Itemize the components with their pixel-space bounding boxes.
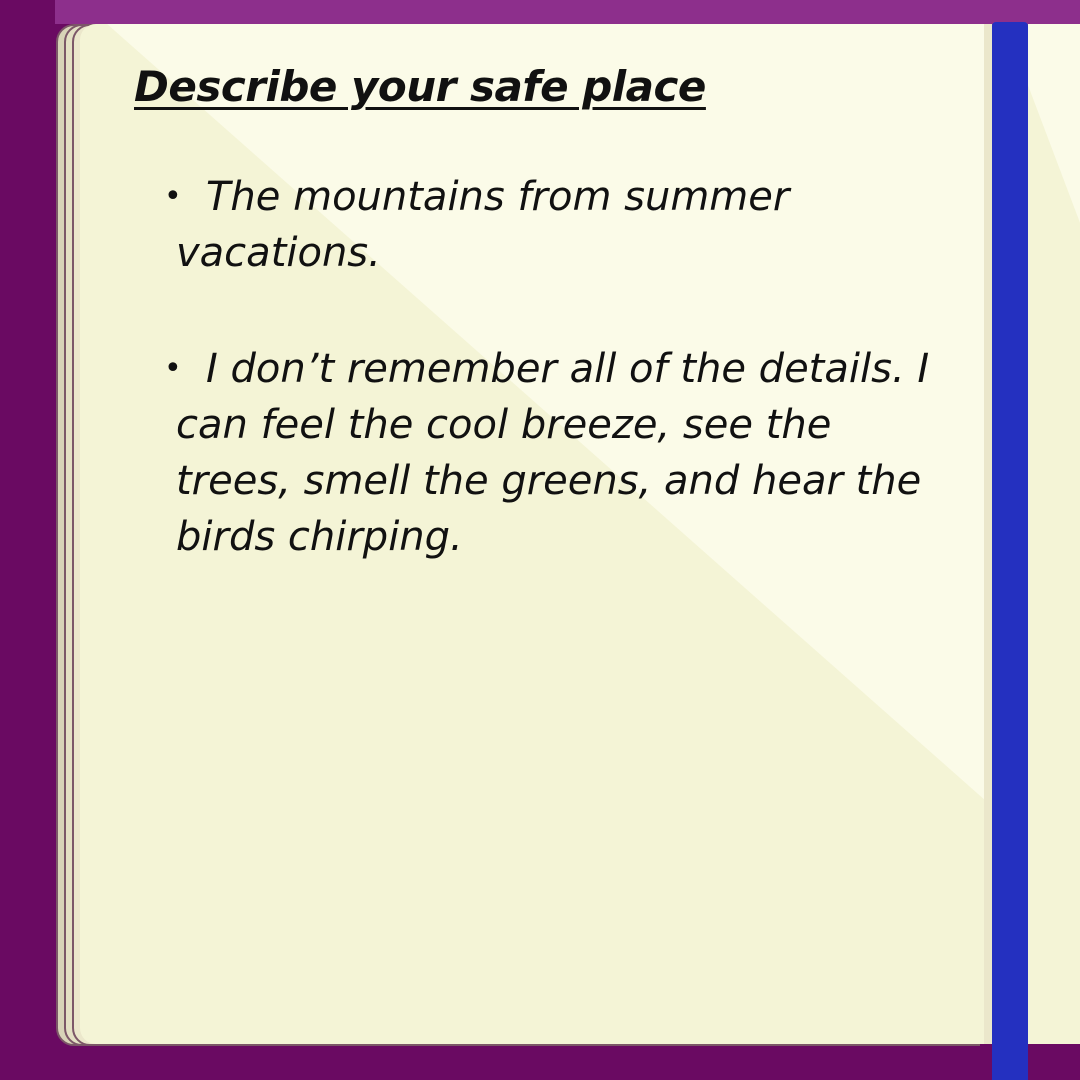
notebook-cover: [55, 0, 1080, 24]
notebook-scene: Describe your safe place • The mountains…: [0, 0, 1080, 1080]
right-page: [1026, 24, 1080, 1044]
bullet-icon: •: [164, 179, 182, 214]
journal-content: Describe your safe place • The mountains…: [134, 62, 954, 625]
journal-entry: • The mountains from summer vacations.: [164, 169, 954, 281]
journal-entry-text: I don’t remember all of the details. I c…: [176, 346, 930, 560]
journal-entry-text: The mountains from summer vacations.: [176, 174, 790, 276]
bookmark-ribbon: [992, 22, 1028, 1080]
journal-heading: Describe your safe place: [134, 62, 706, 111]
journal-entry: • I don’t remember all of the details. I…: [164, 341, 954, 565]
journal-entry-list: • The mountains from summer vacations. •…: [134, 169, 954, 565]
bullet-icon: •: [164, 351, 182, 386]
page-light-shading: [1028, 24, 1080, 228]
